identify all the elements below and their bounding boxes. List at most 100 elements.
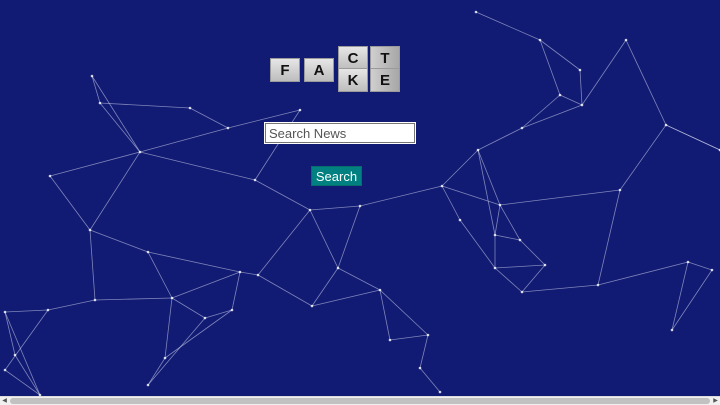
network-line xyxy=(475,11,541,41)
network-node xyxy=(358,204,362,208)
network-line xyxy=(164,297,173,359)
horizontal-scrollbar[interactable]: ◀ ▶ xyxy=(0,396,720,405)
network-line xyxy=(147,317,206,386)
network-line xyxy=(189,107,229,129)
network-node xyxy=(578,68,582,72)
network-line xyxy=(539,39,581,71)
network-node xyxy=(13,353,17,357)
network-node xyxy=(476,148,480,152)
network-line xyxy=(49,175,91,231)
network-line xyxy=(257,274,313,307)
network-node xyxy=(253,178,257,182)
network-line xyxy=(89,229,149,253)
scrollbar-thumb[interactable] xyxy=(10,398,710,404)
network-line xyxy=(519,239,546,266)
network-node xyxy=(90,74,94,78)
network-node xyxy=(498,203,502,207)
network-line xyxy=(441,149,479,187)
network-line xyxy=(254,109,301,181)
network-line xyxy=(257,209,311,276)
network-line xyxy=(477,149,501,206)
network-line xyxy=(4,311,16,356)
network-line xyxy=(337,267,381,291)
network-line xyxy=(309,205,361,211)
network-line xyxy=(494,264,546,269)
network-line xyxy=(91,75,141,153)
network-node xyxy=(596,283,600,287)
network-node xyxy=(3,368,7,372)
network-node xyxy=(188,106,192,110)
network-line xyxy=(521,104,583,129)
network-node xyxy=(518,238,522,242)
network-node xyxy=(580,103,584,107)
network-node xyxy=(418,366,422,370)
network-node xyxy=(146,383,150,387)
network-line xyxy=(459,219,496,269)
network-line xyxy=(539,39,561,96)
network-node xyxy=(458,218,462,222)
network-node xyxy=(438,390,442,394)
network-line xyxy=(521,284,599,293)
network-line xyxy=(597,261,689,286)
network-line xyxy=(239,271,259,276)
network-line xyxy=(581,39,627,106)
scroll-right-arrow-icon[interactable]: ▶ xyxy=(711,397,720,405)
network-node xyxy=(3,310,7,314)
search-button[interactable]: Search xyxy=(311,166,362,186)
network-node xyxy=(203,316,207,320)
network-line xyxy=(139,127,229,153)
network-node xyxy=(543,263,547,267)
network-node xyxy=(388,338,392,342)
network-node xyxy=(378,288,382,292)
network-node xyxy=(618,188,622,192)
logo-cube-t: T xyxy=(370,46,400,70)
network-line xyxy=(99,102,191,109)
network-line xyxy=(579,69,583,106)
network-node xyxy=(170,296,174,300)
network-line xyxy=(521,94,561,129)
logo-cube-e: E xyxy=(370,68,400,92)
logo-cube-f: F xyxy=(270,58,300,82)
network-node xyxy=(538,38,542,42)
network-node xyxy=(336,266,340,270)
network-node xyxy=(298,108,302,112)
network-line xyxy=(147,251,173,299)
network-line xyxy=(309,209,339,269)
network-line xyxy=(559,94,583,106)
network-line xyxy=(47,299,96,311)
network-line xyxy=(4,309,49,313)
network-node xyxy=(520,126,524,130)
network-line xyxy=(89,229,96,301)
network-node xyxy=(426,333,430,337)
network-line xyxy=(671,261,689,331)
network-node xyxy=(238,270,242,274)
network-line xyxy=(337,205,361,269)
network-node xyxy=(146,250,150,254)
network-line xyxy=(477,149,496,236)
network-line xyxy=(419,334,429,369)
scroll-left-arrow-icon[interactable]: ◀ xyxy=(0,397,9,405)
network-line xyxy=(139,151,256,181)
network-line xyxy=(597,189,621,286)
network-node xyxy=(93,298,97,302)
network-line xyxy=(171,271,241,299)
logo-cube-k: K xyxy=(338,68,368,92)
network-node xyxy=(493,233,497,237)
network-line xyxy=(419,367,441,393)
network-node xyxy=(308,208,312,212)
network-node xyxy=(98,101,102,105)
network-node xyxy=(88,228,92,232)
network-node xyxy=(138,150,142,154)
network-line xyxy=(477,127,523,151)
network-node xyxy=(670,328,674,332)
network-line xyxy=(99,102,141,153)
network-line xyxy=(164,309,233,359)
network-line xyxy=(311,267,339,307)
network-node xyxy=(46,308,50,312)
network-line xyxy=(254,179,311,211)
network-line xyxy=(494,267,523,293)
network-line xyxy=(619,124,667,191)
network-line xyxy=(231,271,241,311)
search-input[interactable] xyxy=(264,122,416,144)
network-node xyxy=(440,184,444,188)
